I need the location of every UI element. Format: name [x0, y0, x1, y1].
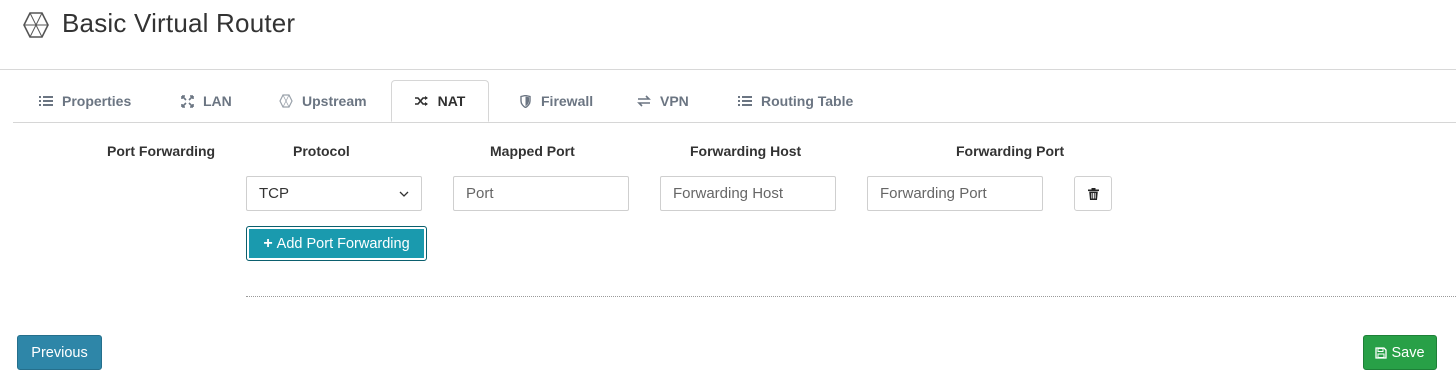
mapped-port-column-header: Mapped Port: [490, 143, 575, 159]
tab-label: Routing Table: [761, 93, 854, 109]
list-icon: [39, 94, 53, 108]
forwarding-port-input[interactable]: [867, 176, 1043, 211]
tab-upstream[interactable]: Upstream: [279, 80, 367, 122]
forwarding-port-column-header: Forwarding Port: [956, 143, 1065, 159]
delete-row-button[interactable]: [1074, 176, 1112, 211]
save-label: Save: [1391, 344, 1425, 361]
tab-label: Properties: [62, 93, 132, 109]
shield-icon: [518, 94, 532, 108]
exchange-icon: [637, 94, 651, 108]
page-header: Basic Virtual Router: [0, 0, 1456, 70]
shuffle-icon: [414, 94, 429, 108]
forwarding-host-input[interactable]: [660, 176, 836, 211]
forwarding-host-column-header: Forwarding Host: [690, 143, 802, 159]
previous-button[interactable]: Previous: [17, 335, 102, 370]
save-button[interactable]: Save: [1363, 335, 1437, 370]
tab-label: Firewall: [541, 93, 594, 109]
protocol-select[interactable]: TCP: [246, 176, 422, 211]
list-icon: [738, 94, 752, 108]
section-divider: [246, 296, 1456, 297]
tab-routing-table[interactable]: Routing Table: [738, 80, 853, 122]
protocol-column-header: Protocol: [293, 143, 350, 159]
mapped-port-input[interactable]: [453, 176, 629, 211]
port-forwarding-label: Port Forwarding: [107, 143, 216, 159]
tab-label: LAN: [203, 93, 232, 109]
tab-vpn[interactable]: VPN: [637, 80, 689, 122]
tab-label: NAT: [437, 93, 466, 109]
page-title: Basic Virtual Router: [62, 8, 296, 38]
tab-properties[interactable]: Properties: [39, 80, 131, 122]
chevron-down-icon: [399, 191, 409, 197]
tab-nat[interactable]: NAT: [391, 80, 489, 122]
save-icon: [1375, 346, 1388, 359]
tab-label: Upstream: [302, 93, 367, 109]
hexagon-icon: [279, 94, 293, 108]
plus-icon: +: [263, 234, 273, 252]
tab-bar: Properties LAN Upstream NAT Firewall VPN: [13, 80, 1456, 123]
tab-label: VPN: [660, 93, 689, 109]
tab-firewall[interactable]: Firewall: [518, 80, 593, 122]
trash-icon: [1087, 187, 1099, 200]
protocol-value: TCP: [259, 185, 289, 202]
tab-lan[interactable]: LAN: [180, 80, 232, 122]
add-port-forwarding-button[interactable]: + Add Port Forwarding: [246, 226, 427, 261]
expand-arrows-icon: [180, 94, 194, 108]
add-port-forwarding-label: Add Port Forwarding: [276, 235, 410, 252]
previous-label: Previous: [31, 344, 88, 361]
router-logo-icon: [23, 12, 49, 38]
